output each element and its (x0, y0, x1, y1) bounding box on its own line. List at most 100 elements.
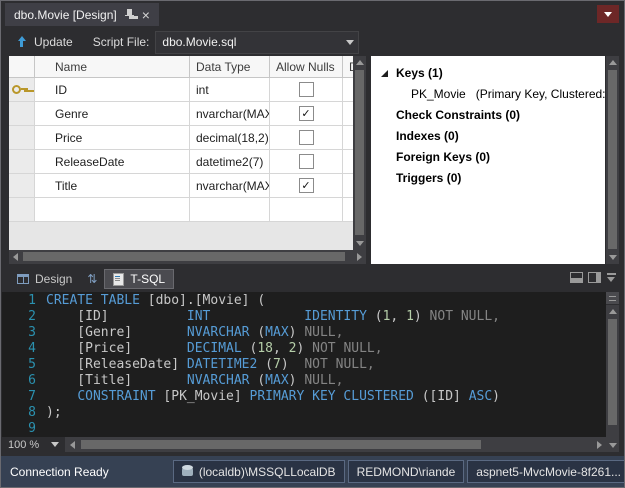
editor-vertical-scrollbar[interactable] (606, 292, 619, 452)
default-cell[interactable] (343, 150, 353, 174)
scrollbar-thumb[interactable] (81, 440, 481, 449)
header-selector[interactable] (9, 56, 35, 78)
tree-item[interactable]: Triggers (0) (371, 168, 605, 189)
grid-vertical-scrollbar[interactable] (353, 56, 366, 250)
data-type-cell[interactable]: nvarchar(MAX) (190, 174, 270, 198)
tree-item[interactable]: Keys (1) (371, 63, 605, 84)
allow-nulls-cell[interactable] (270, 78, 343, 102)
allow-nulls-checkbox[interactable] (299, 82, 314, 97)
allow-nulls-checkbox[interactable]: ✓ (299, 178, 314, 193)
editor-split-handle[interactable] (606, 292, 619, 305)
header-allow-nulls[interactable]: Allow Nulls (270, 56, 343, 78)
tree-item[interactable]: Indexes (0) (371, 126, 605, 147)
scrollbar-thumb[interactable] (355, 70, 364, 235)
panel-vertical-scrollbar[interactable] (606, 56, 619, 264)
row-selector[interactable] (9, 198, 35, 222)
data-type-cell[interactable] (190, 198, 270, 222)
table-row[interactable]: Pricedecimal(18,2) (9, 126, 366, 150)
allow-nulls-cell[interactable]: ✓ (270, 174, 343, 198)
swap-panes-icon[interactable]: ⇅ (87, 272, 97, 286)
header-data-type[interactable]: Data Type (190, 56, 270, 78)
tab-title: dbo.Movie [Design] (14, 8, 117, 22)
default-cell[interactable] (343, 126, 353, 150)
header-name[interactable]: Name (35, 56, 190, 78)
code-text[interactable]: [ID] INT IDENTITY (1, 1) NOT NULL, (46, 309, 500, 325)
allow-nulls-cell[interactable] (270, 198, 343, 222)
zoom-control[interactable]: 100 % (2, 437, 66, 452)
pin-icon[interactable] (125, 9, 134, 21)
allow-nulls-checkbox[interactable]: ✓ (299, 106, 314, 121)
code-text[interactable]: [Genre] NVARCHAR (MAX) NULL, (46, 325, 343, 341)
collapse-pane-icon[interactable] (606, 272, 617, 283)
column-name-cell[interactable] (35, 198, 190, 222)
table-row[interactable]: Genrenvarchar(MAX) ✓ (9, 102, 366, 126)
tab-design[interactable]: Design (9, 269, 80, 289)
tsql-editor[interactable]: 1CREATE TABLE [dbo].[Movie] (2 [ID] INT … (2, 292, 606, 437)
window-menu-button[interactable] (597, 5, 619, 23)
status-database[interactable]: aspnet5-MvcMovie-8f261... (467, 460, 624, 483)
data-type-cell[interactable]: decimal(18,2) (190, 126, 270, 150)
row-selector[interactable] (9, 78, 35, 102)
tab-tsql[interactable]: T-SQL (104, 269, 174, 289)
column-name-cell[interactable]: ID (35, 78, 190, 102)
table-row[interactable] (9, 198, 366, 222)
column-name-cell[interactable]: ReleaseDate (35, 150, 190, 174)
data-type-cell[interactable]: datetime2(7) (190, 150, 270, 174)
scrollbar-thumb[interactable] (608, 70, 617, 249)
allow-nulls-checkbox[interactable] (299, 154, 314, 169)
row-selector[interactable] (9, 150, 35, 174)
grid-horizontal-scrollbar[interactable] (9, 250, 366, 264)
default-cell[interactable] (343, 102, 353, 126)
close-icon[interactable]: × (142, 8, 150, 22)
scroll-left-arrow[interactable] (66, 437, 79, 452)
scrollbar-thumb[interactable] (23, 252, 345, 261)
scroll-down-arrow[interactable] (353, 237, 366, 250)
code-text[interactable]: CREATE TABLE [dbo].[Movie] ( (46, 293, 265, 309)
scroll-up-arrow[interactable] (606, 56, 619, 69)
row-selector[interactable] (9, 126, 35, 150)
scroll-down-arrow[interactable] (606, 251, 619, 264)
allow-nulls-cell[interactable] (270, 150, 343, 174)
table-row[interactable]: Titlenvarchar(MAX) ✓ (9, 174, 366, 198)
allow-nulls-cell[interactable] (270, 126, 343, 150)
code-text[interactable]: [Price] DECIMAL (18, 2) NOT NULL, (46, 341, 383, 357)
tree-child-item[interactable]: PK_Movie (Primary Key, Clustered: I (371, 84, 605, 105)
default-cell[interactable] (343, 78, 353, 102)
editor-horizontal-scrollbar[interactable] (66, 437, 606, 452)
document-tab[interactable]: dbo.Movie [Design] × (5, 3, 159, 26)
tree-item[interactable]: Check Constraints (0) (371, 105, 605, 126)
status-user[interactable]: REDMOND\riande (348, 460, 465, 483)
allow-nulls-checkbox[interactable] (299, 130, 314, 145)
scroll-left-arrow[interactable] (9, 250, 22, 264)
column-name-cell[interactable]: Title (35, 174, 190, 198)
script-file-dropdown[interactable]: dbo.Movie.sql (155, 31, 359, 54)
code-text[interactable]: [ReleaseDate] DATETIME2 (7) NOT NULL, (46, 357, 375, 373)
status-server[interactable]: (localdb)\MSSQLLocalDB (173, 460, 345, 483)
scroll-up-arrow[interactable] (606, 305, 619, 318)
default-cell[interactable] (343, 174, 353, 198)
code-text[interactable]: [Title] NVARCHAR (MAX) NULL, (46, 373, 343, 389)
scrollbar-thumb[interactable] (608, 319, 617, 425)
scroll-down-arrow[interactable] (606, 439, 619, 452)
scroll-up-arrow[interactable] (353, 56, 366, 69)
column-name-cell[interactable]: Genre (35, 102, 190, 126)
column-name-cell[interactable]: Price (35, 126, 190, 150)
split-vertical-icon[interactable] (588, 272, 601, 283)
update-button[interactable]: Update (11, 33, 79, 51)
split-horizontal-icon[interactable] (570, 272, 583, 283)
table-row[interactable]: IDint (9, 78, 366, 102)
scroll-right-arrow[interactable] (593, 437, 606, 452)
expander-icon[interactable] (381, 70, 388, 77)
tree-item[interactable]: Foreign Keys (0) (371, 147, 605, 168)
table-row[interactable]: ReleaseDatedatetime2(7) (9, 150, 366, 174)
data-type-cell[interactable]: int (190, 78, 270, 102)
default-cell[interactable] (343, 198, 353, 222)
scroll-right-arrow[interactable] (353, 250, 366, 264)
header-default[interactable]: D (343, 56, 353, 78)
code-text[interactable]: ); (46, 405, 62, 421)
allow-nulls-cell[interactable]: ✓ (270, 102, 343, 126)
row-selector[interactable] (9, 174, 35, 198)
row-selector[interactable] (9, 102, 35, 126)
code-text[interactable]: CONSTRAINT [PK_Movie] PRIMARY KEY CLUSTE… (46, 389, 500, 405)
data-type-cell[interactable]: nvarchar(MAX) (190, 102, 270, 126)
